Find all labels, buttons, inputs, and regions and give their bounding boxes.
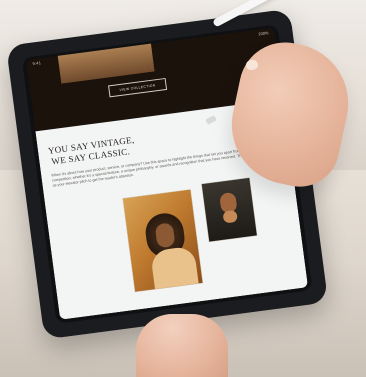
portrait-photo-large: [122, 189, 203, 292]
scene: 9:41 100% VIEW COLLECTION YOU SAY VINTAG…: [0, 0, 366, 377]
portrait-photo-small: [201, 177, 257, 242]
view-collection-button[interactable]: VIEW COLLECTION: [108, 77, 168, 98]
status-battery: 100%: [258, 30, 269, 37]
portrait-small-neck: [222, 209, 238, 224]
status-time: 9:41: [32, 60, 42, 67]
hand-holding-tablet: [136, 314, 228, 377]
